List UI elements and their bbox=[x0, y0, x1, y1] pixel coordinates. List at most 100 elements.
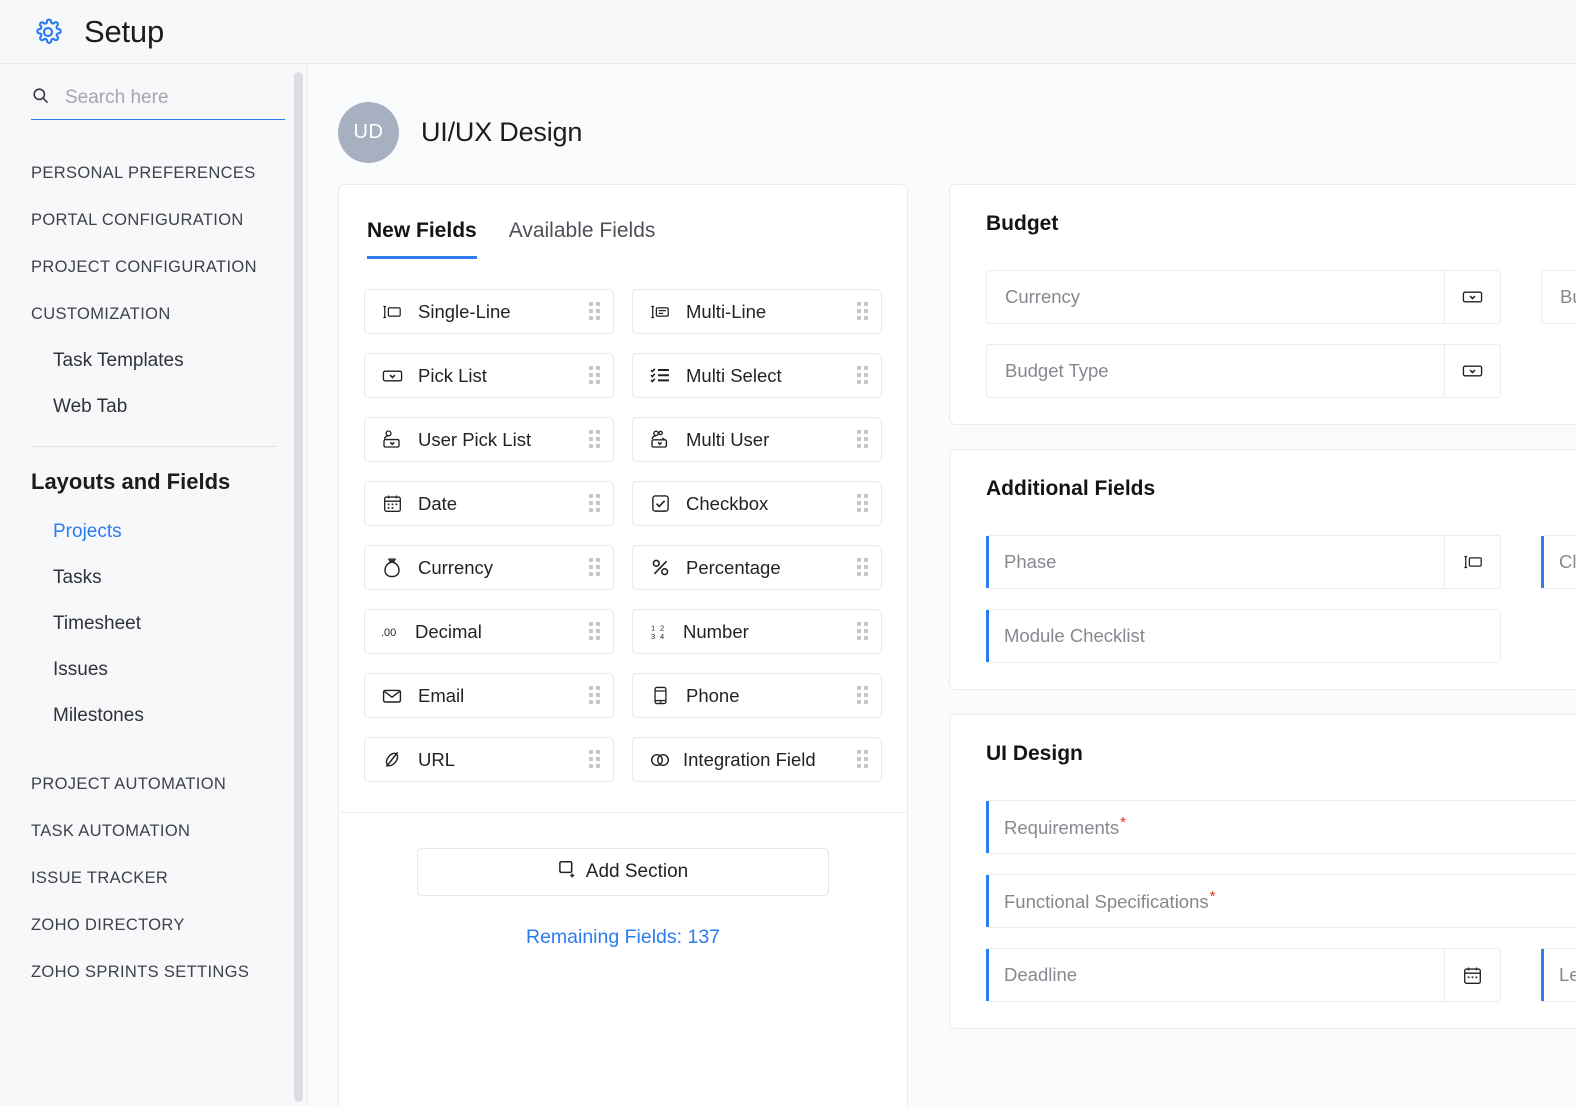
gear-icon[interactable] bbox=[33, 17, 63, 47]
sidebar-item-project-configuration[interactable]: PROJECT CONFIGURATION bbox=[0, 244, 308, 291]
field-chip-multi-user[interactable]: Multi User bbox=[632, 417, 882, 462]
percent-icon bbox=[649, 557, 671, 579]
field-chip-number[interactable]: 1 2 3 4 Number bbox=[632, 609, 882, 654]
field-chip-decimal[interactable]: .00 Decimal bbox=[364, 609, 614, 654]
drag-handle-icon[interactable] bbox=[589, 686, 602, 705]
layout-field-module-checklist[interactable]: Module Checklist bbox=[986, 609, 1501, 663]
field-chip-url[interactable]: URL bbox=[364, 737, 614, 782]
drag-handle-icon[interactable] bbox=[857, 302, 870, 321]
sidebar-item-timesheet[interactable]: Timesheet bbox=[0, 601, 308, 647]
drag-handle-icon[interactable] bbox=[857, 558, 870, 577]
field-label: Budget Amount bbox=[1560, 286, 1576, 307]
field-chip-email[interactable]: Email bbox=[364, 673, 614, 718]
sidebar-item-web-tab[interactable]: Web Tab bbox=[0, 384, 308, 430]
add-section-icon bbox=[558, 860, 577, 885]
sidebar-item-tasks[interactable]: Tasks bbox=[0, 555, 308, 601]
sidebar-item-portal-configuration[interactable]: PORTAL CONFIGURATION bbox=[0, 197, 308, 244]
sidebar-item-projects[interactable]: Projects bbox=[0, 509, 308, 555]
field-chip-multi-line[interactable]: Multi-Line bbox=[632, 289, 882, 334]
remaining-fields-link[interactable]: Remaining Fields: 137 bbox=[339, 926, 907, 949]
field-chip-single-line[interactable]: Single-Line bbox=[364, 289, 614, 334]
field-label: Requirements* bbox=[1004, 814, 1127, 839]
multi-line-icon bbox=[649, 301, 671, 323]
field-row: Phase Client bbox=[986, 535, 1576, 589]
field-chip-integration-field[interactable]: Integration Field bbox=[632, 737, 882, 782]
layout-field-client[interactable]: Client bbox=[1541, 535, 1576, 589]
multi-select-icon bbox=[649, 365, 671, 387]
money-bag-icon bbox=[381, 557, 403, 579]
layout-field-functional-specifications[interactable]: Functional Specifications* bbox=[986, 874, 1576, 928]
field-chip-label: Email bbox=[418, 684, 465, 706]
calendar-icon bbox=[381, 493, 403, 515]
main-content: UD UI/UX Design New Fields Available Fie… bbox=[308, 64, 1576, 1106]
drag-handle-icon[interactable] bbox=[589, 558, 602, 577]
layout-field-lead[interactable]: Lead bbox=[1541, 948, 1576, 1002]
search-icon bbox=[31, 86, 65, 110]
layout-field-budget-type[interactable]: Budget Type bbox=[986, 344, 1501, 398]
drag-handle-icon[interactable] bbox=[589, 302, 602, 321]
drag-handle-icon[interactable] bbox=[857, 366, 870, 385]
single-line-icon bbox=[1444, 536, 1500, 588]
field-chip-label: Integration Field bbox=[683, 748, 816, 770]
sidebar-item-task-automation[interactable]: TASK AUTOMATION bbox=[0, 808, 308, 855]
sidebar-item-personal-preferences[interactable]: PERSONAL PREFERENCES bbox=[0, 150, 308, 197]
single-line-icon bbox=[381, 301, 403, 323]
calendar-icon bbox=[1444, 949, 1500, 1001]
sidebar-group-layouts-and-fields: Layouts and Fields bbox=[31, 469, 231, 494]
sidebar-item-zoho-sprints-settings[interactable]: ZOHO SPRINTS SETTINGS bbox=[0, 949, 308, 996]
sidebar-item-milestones[interactable]: Milestones bbox=[0, 693, 308, 739]
drag-handle-icon[interactable] bbox=[857, 750, 870, 769]
drag-handle-icon[interactable] bbox=[857, 430, 870, 449]
field-chip-currency[interactable]: Currency bbox=[364, 545, 614, 590]
field-chip-pick-list[interactable]: Pick List bbox=[364, 353, 614, 398]
sidebar-item-task-templates[interactable]: Task Templates bbox=[0, 338, 308, 384]
field-label: Module Checklist bbox=[1004, 625, 1145, 646]
field-type-grid: Single-Line Multi-Line Pick List Multi S… bbox=[339, 259, 907, 812]
drag-handle-icon[interactable] bbox=[589, 750, 602, 769]
field-chip-percentage[interactable]: Percentage bbox=[632, 545, 882, 590]
add-section-button[interactable]: Add Section bbox=[417, 848, 829, 896]
number-icon: 1 2 3 4 bbox=[649, 621, 671, 643]
search-input[interactable] bbox=[65, 87, 285, 109]
field-chip-label: Multi-Line bbox=[686, 300, 767, 322]
tab-available-fields[interactable]: Available Fields bbox=[509, 219, 656, 259]
layout-field-phase[interactable]: Phase bbox=[986, 535, 1501, 589]
required-asterisk: * bbox=[1120, 814, 1127, 832]
drag-handle-icon[interactable] bbox=[857, 622, 870, 641]
field-chip-phone[interactable]: Phone bbox=[632, 673, 882, 718]
checkbox-icon bbox=[649, 493, 671, 515]
page-title: Setup bbox=[84, 14, 165, 49]
pick-list-icon bbox=[1444, 271, 1500, 323]
sidebar-item-issue-tracker[interactable]: ISSUE TRACKER bbox=[0, 855, 308, 902]
sidebar-item-zoho-directory[interactable]: ZOHO DIRECTORY bbox=[0, 902, 308, 949]
tab-new-fields[interactable]: New Fields bbox=[367, 219, 477, 259]
sidebar-item-issues[interactable]: Issues bbox=[0, 647, 308, 693]
sidebar-item-project-automation[interactable]: PROJECT AUTOMATION bbox=[0, 761, 308, 808]
svg-text:4: 4 bbox=[660, 632, 664, 641]
required-asterisk: * bbox=[1209, 888, 1216, 906]
integration-icon bbox=[649, 749, 671, 771]
sidebar: PERSONAL PREFERENCES PORTAL CONFIGURATIO… bbox=[0, 64, 308, 1106]
field-chip-checkbox[interactable]: Checkbox bbox=[632, 481, 882, 526]
layout-field-budget-amount[interactable]: Budget Amount bbox=[1541, 270, 1576, 324]
sidebar-item-customization[interactable]: CUSTOMIZATION bbox=[0, 291, 308, 338]
drag-handle-icon[interactable] bbox=[589, 622, 602, 641]
drag-handle-icon[interactable] bbox=[857, 686, 870, 705]
field-chip-multi-select[interactable]: Multi Select bbox=[632, 353, 882, 398]
field-chip-user-pick-list[interactable]: User Pick List bbox=[364, 417, 614, 462]
drag-handle-icon[interactable] bbox=[857, 494, 870, 513]
user-pick-list-icon bbox=[381, 429, 403, 451]
field-chip-label: Number bbox=[683, 620, 749, 642]
search-box[interactable] bbox=[31, 86, 285, 120]
layout-field-currency[interactable]: Currency bbox=[986, 270, 1501, 324]
multi-user-icon bbox=[649, 429, 671, 451]
field-label: Functional Specifications* bbox=[1004, 888, 1216, 913]
drag-handle-icon[interactable] bbox=[589, 366, 602, 385]
layout-field-deadline[interactable]: Deadline bbox=[986, 948, 1501, 1002]
field-chip-date[interactable]: Date bbox=[364, 481, 614, 526]
layout-field-requirements[interactable]: Requirements* bbox=[986, 800, 1576, 854]
drag-handle-icon[interactable] bbox=[589, 494, 602, 513]
add-section-label: Add Section bbox=[585, 861, 689, 882]
sidebar-scrollbar[interactable] bbox=[294, 72, 303, 1102]
drag-handle-icon[interactable] bbox=[589, 430, 602, 449]
